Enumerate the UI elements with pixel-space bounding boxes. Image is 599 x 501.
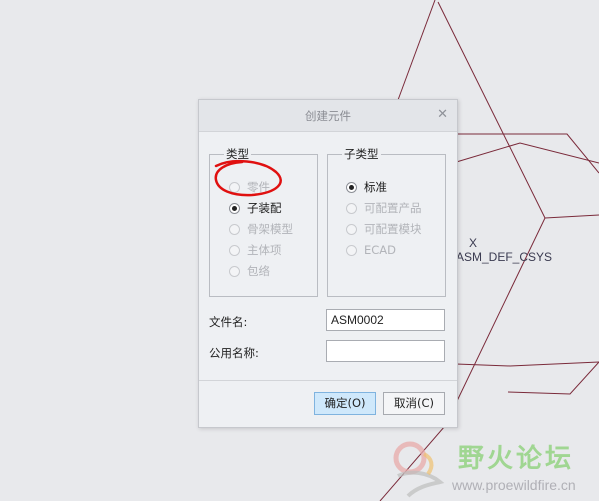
radio-icon xyxy=(229,245,240,256)
type-option-part[interactable]: 零件 xyxy=(229,179,270,195)
type-option-label: 零件 xyxy=(247,180,270,194)
radio-icon xyxy=(229,224,240,235)
radio-icon xyxy=(346,203,357,214)
csys-name-label: ASM_DEF_CSYS xyxy=(456,250,553,264)
wireframe-edge xyxy=(455,361,599,367)
radio-icon xyxy=(346,245,357,256)
cancel-button[interactable]: 取消(C) xyxy=(383,392,445,415)
watermark-url: www.proewildfire.cn xyxy=(452,477,576,493)
dialog-title: 创建元件 xyxy=(305,109,351,123)
wireframe-edge xyxy=(397,0,436,101)
type-option-label: 包络 xyxy=(247,264,270,278)
file-name-input[interactable] xyxy=(326,309,445,331)
subtype-option-label: 标准 xyxy=(364,180,387,194)
watermark-text: 野火论坛 xyxy=(458,444,575,474)
forum-watermark: 野火论坛 www.proewildfire.cn xyxy=(388,436,599,501)
type-option-label: 主体项 xyxy=(247,243,282,257)
subtype-option-label: ECAD xyxy=(364,243,397,257)
close-icon[interactable]: ✕ xyxy=(437,107,448,122)
common-name-input[interactable] xyxy=(326,340,445,362)
subtype-option-ecad[interactable]: ECAD xyxy=(346,242,396,258)
type-option-bulk-item[interactable]: 主体项 xyxy=(229,242,282,258)
wireframe-edge xyxy=(507,361,599,395)
dialog-titlebar[interactable]: 创建元件 ✕ xyxy=(199,100,457,132)
radio-icon xyxy=(229,203,240,214)
subtype-option-standard[interactable]: 标准 xyxy=(346,179,387,195)
type-group-legend: 类型 xyxy=(226,147,249,161)
radio-icon xyxy=(346,224,357,235)
type-option-subassembly[interactable]: 子装配 xyxy=(229,200,282,216)
subtype-option-configurable-product[interactable]: 可配置产品 xyxy=(346,200,422,216)
type-option-envelope[interactable]: 包络 xyxy=(229,263,270,279)
dialog-separator xyxy=(199,380,457,381)
ok-button[interactable]: 确定(O) xyxy=(314,392,376,415)
subtype-group-legend: 子类型 xyxy=(344,147,379,161)
subtype-option-label: 可配置产品 xyxy=(364,201,422,215)
create-component-dialog: 创建元件 ✕ 类型 零件 子装配 骨架模型 主体项 包络 子类型 标准 可配置产… xyxy=(198,99,458,428)
type-option-label: 骨架模型 xyxy=(247,222,293,236)
type-option-skeleton[interactable]: 骨架模型 xyxy=(229,221,293,237)
type-option-label: 子装配 xyxy=(247,201,282,215)
radio-icon xyxy=(229,182,240,193)
subtype-option-configurable-module[interactable]: 可配置模块 xyxy=(346,221,422,237)
radio-icon xyxy=(229,266,240,277)
common-name-label: 公用名称: xyxy=(209,346,259,360)
file-name-label: 文件名: xyxy=(209,315,248,329)
radio-icon xyxy=(346,182,357,193)
subtype-option-label: 可配置模块 xyxy=(364,222,422,236)
csys-axis-label: X xyxy=(469,236,478,250)
wireframe-edge xyxy=(544,214,599,219)
forum-logo-icon xyxy=(393,441,445,498)
